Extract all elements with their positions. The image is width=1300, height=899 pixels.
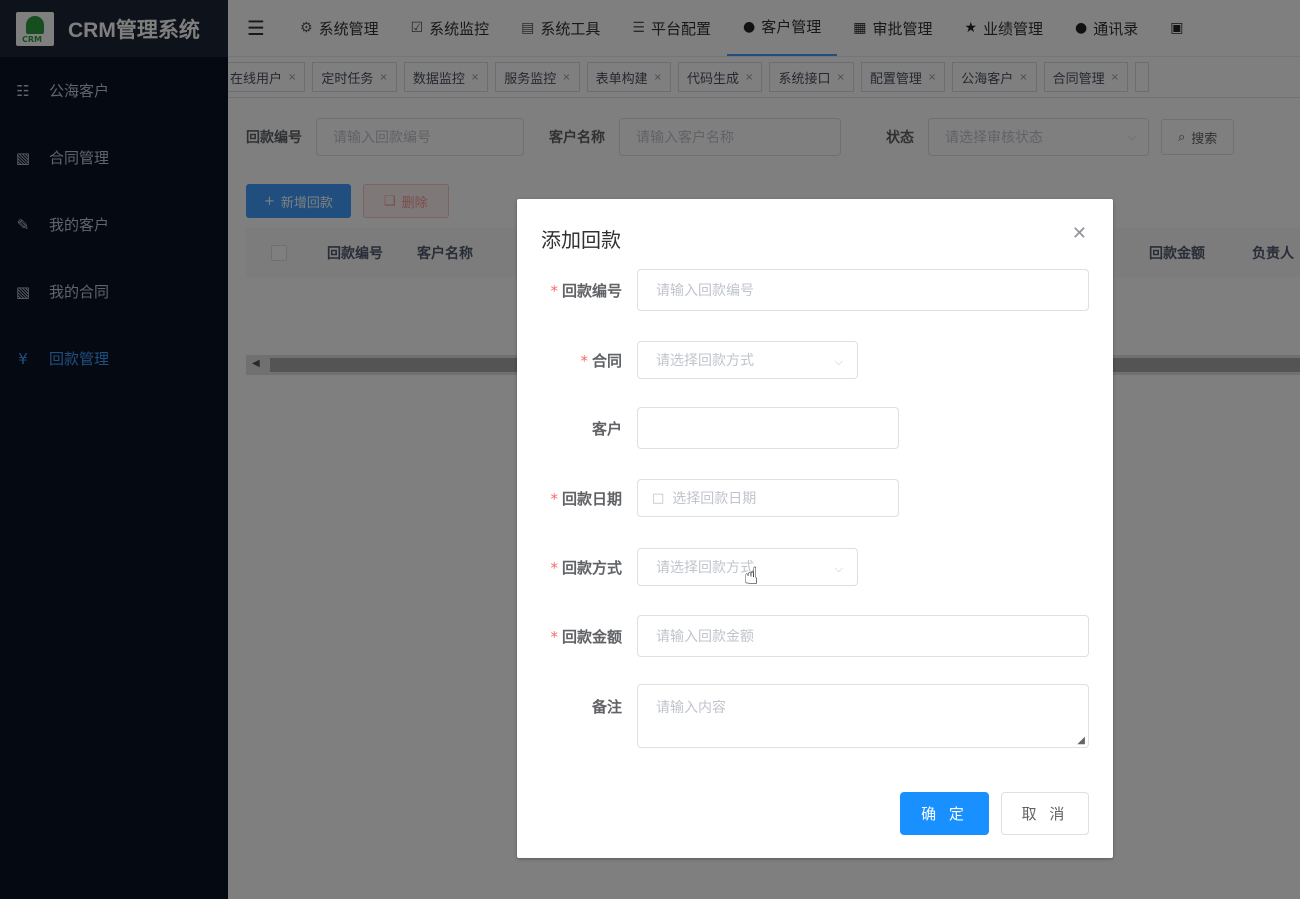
dialog-title: 添加回款: [541, 228, 621, 252]
confirm-button[interactable]: 确 定: [900, 792, 989, 835]
cancel-button[interactable]: 取 消: [1001, 792, 1089, 835]
field-label: * 回款编号: [550, 281, 622, 300]
calendar-icon: □: [652, 490, 665, 506]
customer-input[interactable]: [637, 407, 899, 449]
placeholder-text: 请选择回款方式: [656, 560, 754, 576]
field-label: * 合同: [580, 351, 622, 370]
form-row-date: * 回款日期 □ 选择回款日期: [517, 479, 899, 517]
payment-code-input[interactable]: 请输入回款编号: [637, 269, 1089, 311]
chevron-down-icon: ⌵: [834, 355, 843, 368]
form-row-customer: 客户: [517, 407, 899, 449]
placeholder-text: 请选择回款方式: [656, 353, 754, 369]
placeholder-text: 请输入回款金额: [656, 629, 754, 645]
contract-select[interactable]: 请选择回款方式 ⌵: [637, 341, 858, 379]
field-label: * 回款方式: [550, 558, 622, 577]
form-row-remark: 备注 请输入内容 ◢: [517, 684, 1089, 748]
form-row-amount: * 回款金额 请输入回款金额: [517, 615, 1089, 657]
add-payment-dialog: 添加回款 ✕ * 回款编号 请输入回款编号 * 合同 请选择回款方式 ⌵ 客户 * 回款…: [517, 199, 1113, 858]
field-label: 备注: [591, 698, 622, 716]
payment-amount-input[interactable]: 请输入回款金额: [637, 615, 1089, 657]
field-label: 客户: [591, 419, 622, 438]
chevron-down-icon: ⌵: [834, 562, 843, 575]
close-icon[interactable]: ✕: [1072, 223, 1087, 244]
form-row-method: * 回款方式 请选择回款方式 ⌵: [517, 548, 858, 586]
placeholder-text: 请输入内容: [656, 700, 726, 716]
field-label: * 回款日期: [550, 489, 622, 508]
payment-date-picker[interactable]: □ 选择回款日期: [637, 479, 899, 517]
remark-textarea[interactable]: 请输入内容 ◢: [637, 684, 1089, 748]
placeholder-text: 选择回款日期: [672, 491, 757, 507]
form-row-code: * 回款编号 请输入回款编号: [517, 269, 1089, 311]
hand-pointer-icon: ☝: [744, 562, 759, 590]
resize-handle-icon[interactable]: ◢: [1077, 735, 1085, 746]
field-label: * 回款金额: [550, 627, 622, 646]
form-row-contract: * 合同 请选择回款方式 ⌵: [517, 341, 858, 379]
placeholder-text: 请输入回款编号: [656, 283, 754, 299]
